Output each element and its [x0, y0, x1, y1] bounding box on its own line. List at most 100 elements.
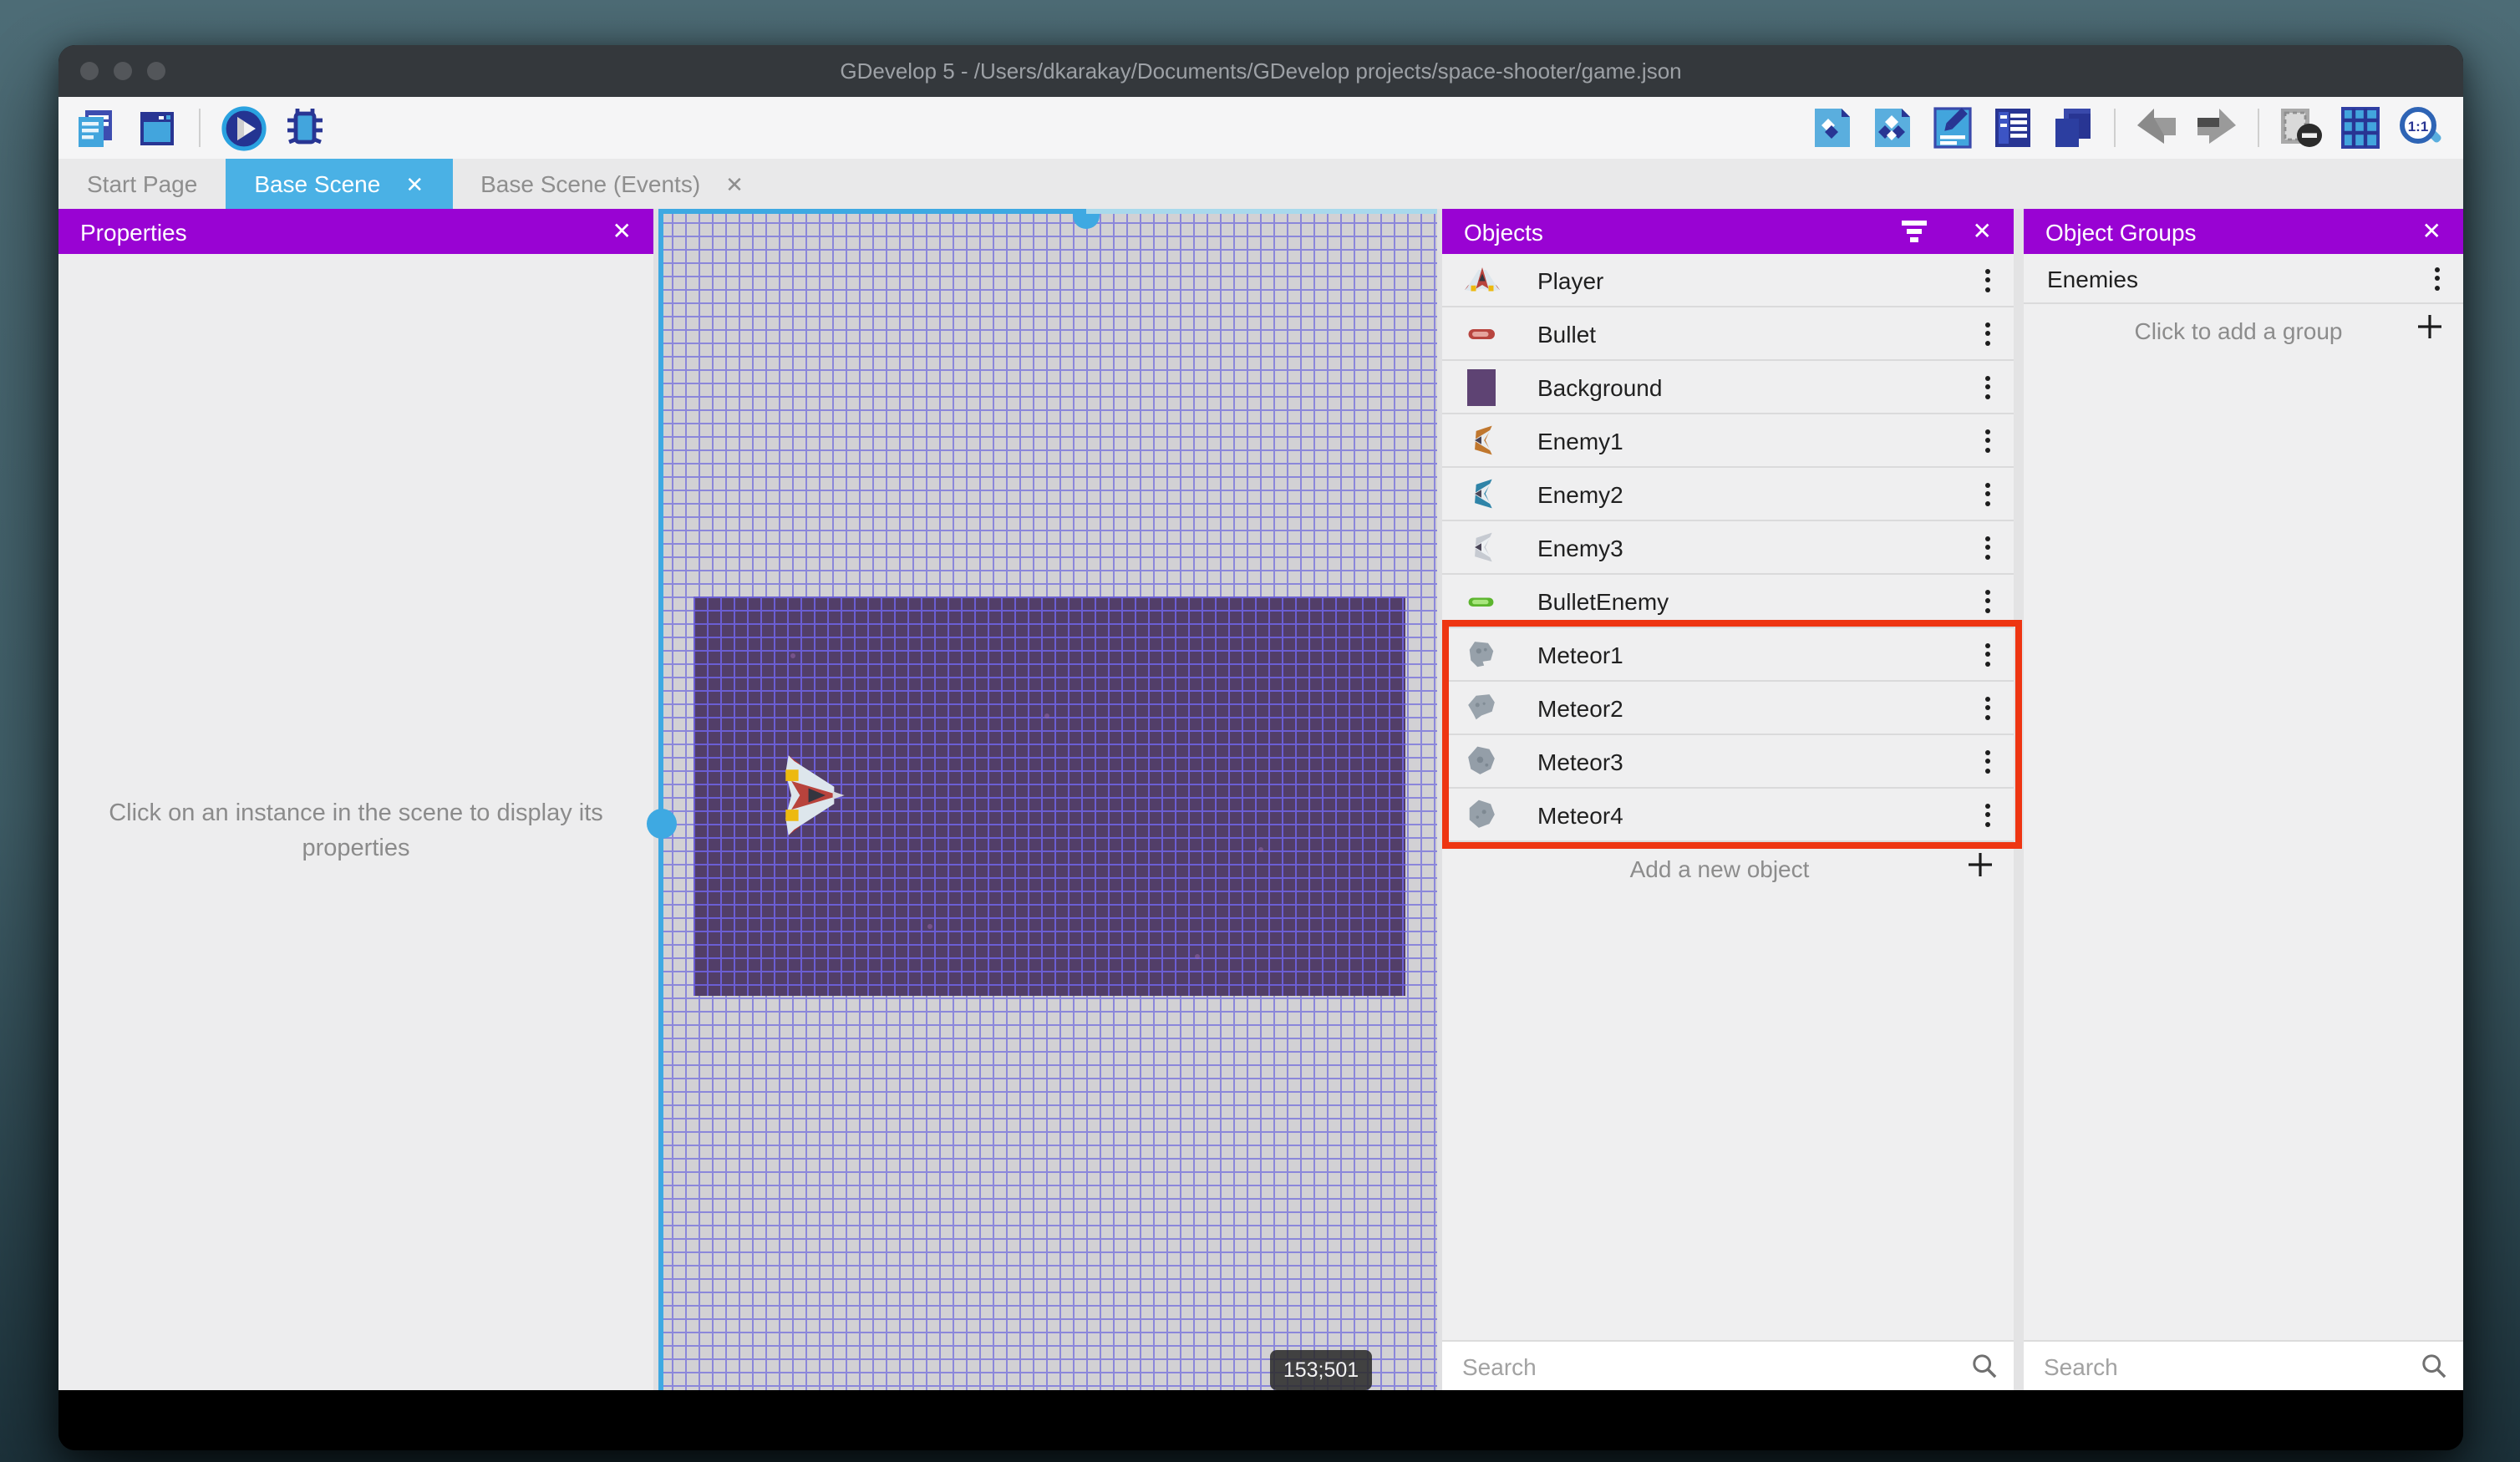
close-panel-icon[interactable]: ✕: [1973, 217, 1992, 246]
filter-icon[interactable]: [1902, 221, 1928, 242]
zoom-actual-size-button[interactable]: 1:1: [2396, 104, 2445, 152]
close-panel-icon[interactable]: ✕: [2422, 217, 2441, 246]
instances-list-icon: [1995, 109, 2030, 147]
add-group-row[interactable]: Click to add a group: [2024, 304, 2463, 356]
object-row-bullet[interactable]: Bullet: [1442, 307, 2014, 361]
enemy3-object-icon: [1466, 527, 1497, 567]
objects-panel-icon: [1815, 109, 1850, 147]
object-groups-search-input[interactable]: [2024, 1353, 2421, 1379]
scene-window-button[interactable]: [132, 104, 180, 152]
add-object-row[interactable]: Add a new object: [1442, 842, 2014, 896]
grid-icon: [2341, 107, 2380, 149]
zoom-1-1-icon: 1:1: [2399, 106, 2441, 143]
object-menu-icon[interactable]: [1985, 749, 1990, 773]
object-groups-panel-header: Object Groups ✕: [2024, 209, 2463, 254]
play-icon: [221, 105, 266, 150]
open-instances-list-button[interactable]: [1989, 104, 2037, 152]
window-bottom-edge: [58, 1390, 2463, 1450]
meteor4-object-icon: [1466, 794, 1497, 835]
object-menu-icon[interactable]: [1985, 429, 1990, 452]
star-dot: [1195, 954, 1200, 959]
object-menu-icon[interactable]: [1985, 482, 1990, 505]
background-instance[interactable]: [694, 596, 1405, 996]
object-row-meteor1[interactable]: Meteor1: [1442, 628, 2014, 682]
player-ship-instance[interactable]: [777, 755, 846, 835]
object-row-meteor3[interactable]: Meteor3: [1442, 735, 2014, 789]
object-menu-icon[interactable]: [1985, 375, 1990, 398]
meteor2-object-icon: [1466, 688, 1497, 728]
plus-icon[interactable]: [1967, 851, 1994, 886]
window-title: GDevelop 5 - /Users/dkarakay/Documents/G…: [840, 58, 1682, 84]
toolbar-divider: [199, 109, 201, 147]
redo-button[interactable]: [2192, 104, 2241, 152]
background-object-icon: [1466, 367, 1497, 407]
object-menu-icon[interactable]: [1985, 642, 1990, 666]
mask-icon: [2280, 109, 2321, 147]
object-row-enemy3[interactable]: Enemy3: [1442, 521, 2014, 575]
app-window: GDevelop 5 - /Users/dkarakay/Documents/G…: [58, 45, 2463, 1450]
debug-button[interactable]: [281, 104, 329, 152]
object-row-enemy1[interactable]: Enemy1: [1442, 414, 2014, 468]
toggle-mask-button[interactable]: [2276, 104, 2324, 152]
group-row-enemies[interactable]: Enemies: [2024, 254, 2463, 304]
open-object-groups-panel-button[interactable]: [1868, 104, 1917, 152]
player-object-icon: [1464, 260, 1499, 300]
enemy1-object-icon: [1466, 420, 1497, 460]
close-tab-icon[interactable]: ✕: [725, 173, 744, 195]
close-tab-icon[interactable]: ✕: [405, 173, 424, 195]
object-row-background[interactable]: Background: [1442, 361, 2014, 414]
undo-icon: [2137, 109, 2176, 144]
scene-canvas[interactable]: 153;501: [658, 209, 1437, 1390]
star-dot: [1044, 713, 1049, 718]
objects-search-input[interactable]: [1442, 1353, 1972, 1379]
panel-divider[interactable]: [2014, 209, 2024, 1390]
undo-button[interactable]: [2132, 104, 2181, 152]
properties-panel: Properties ✕ Click on an instance in the…: [58, 209, 653, 1390]
object-menu-icon[interactable]: [1985, 696, 1990, 719]
open-layers-panel-button[interactable]: [2049, 104, 2097, 152]
object-groups-panel-icon: [1875, 109, 1910, 147]
object-row-bulletenemy[interactable]: BulletEnemy: [1442, 575, 2014, 628]
object-menu-icon[interactable]: [1985, 322, 1990, 345]
search-icon: [2421, 1353, 2446, 1378]
object-menu-icon[interactable]: [1985, 803, 1990, 826]
search-icon: [1972, 1353, 1997, 1378]
tab-base-scene[interactable]: Base Scene ✕: [226, 159, 453, 209]
play-button[interactable]: [219, 104, 267, 152]
object-row-meteor4[interactable]: Meteor4: [1442, 789, 2014, 842]
toggle-grid-button[interactable]: [2336, 104, 2385, 152]
toolbar-right-group: 1:1: [1808, 104, 2463, 152]
tab-base-scene-events[interactable]: Base Scene (Events) ✕: [452, 159, 772, 209]
selection-handle-left[interactable]: [647, 809, 677, 839]
objects-panel: Objects ✕ Player Bullet Background Enemy…: [1442, 209, 2014, 1390]
properties-empty-message: Click on an instance in the scene to dis…: [109, 800, 603, 862]
object-groups-panel: Object Groups ✕ Enemies Click to add a g…: [2024, 209, 2463, 1390]
enemy2-object-icon: [1466, 474, 1497, 514]
object-menu-icon[interactable]: [1985, 536, 1990, 559]
desktop: GDevelop 5 - /Users/dkarakay/Documents/G…: [0, 0, 2520, 1462]
close-panel-icon[interactable]: ✕: [612, 217, 632, 246]
toolbar-left-group: [58, 104, 329, 152]
object-menu-icon[interactable]: [1985, 589, 1990, 612]
object-row-player[interactable]: Player: [1442, 254, 2014, 307]
properties-panel-header: Properties ✕: [58, 209, 653, 254]
objects-search: [1442, 1340, 2014, 1390]
selection-edge-left: [658, 209, 663, 1390]
star-dot: [927, 924, 932, 929]
object-row-meteor2[interactable]: Meteor2: [1442, 682, 2014, 735]
object-menu-icon[interactable]: [1985, 268, 1990, 292]
object-row-enemy2[interactable]: Enemy2: [1442, 468, 2014, 521]
object-groups-search: [2024, 1340, 2463, 1390]
open-objects-panel-button[interactable]: [1808, 104, 1857, 152]
title-bar: GDevelop 5 - /Users/dkarakay/Documents/G…: [58, 45, 2463, 97]
project-manager-button[interactable]: [70, 104, 119, 152]
group-menu-icon[interactable]: [2435, 267, 2440, 290]
star-dot: [790, 653, 795, 658]
plus-icon[interactable]: [2416, 312, 2443, 348]
open-properties-panel-button[interactable]: [1928, 104, 1977, 152]
layers-icon: [2055, 109, 2091, 147]
tab-start-page[interactable]: Start Page: [58, 159, 226, 209]
cursor-coordinates-badge: 153;501: [1270, 1350, 1372, 1390]
toolbar: 1:1: [58, 97, 2463, 159]
redo-icon: [2197, 109, 2236, 144]
